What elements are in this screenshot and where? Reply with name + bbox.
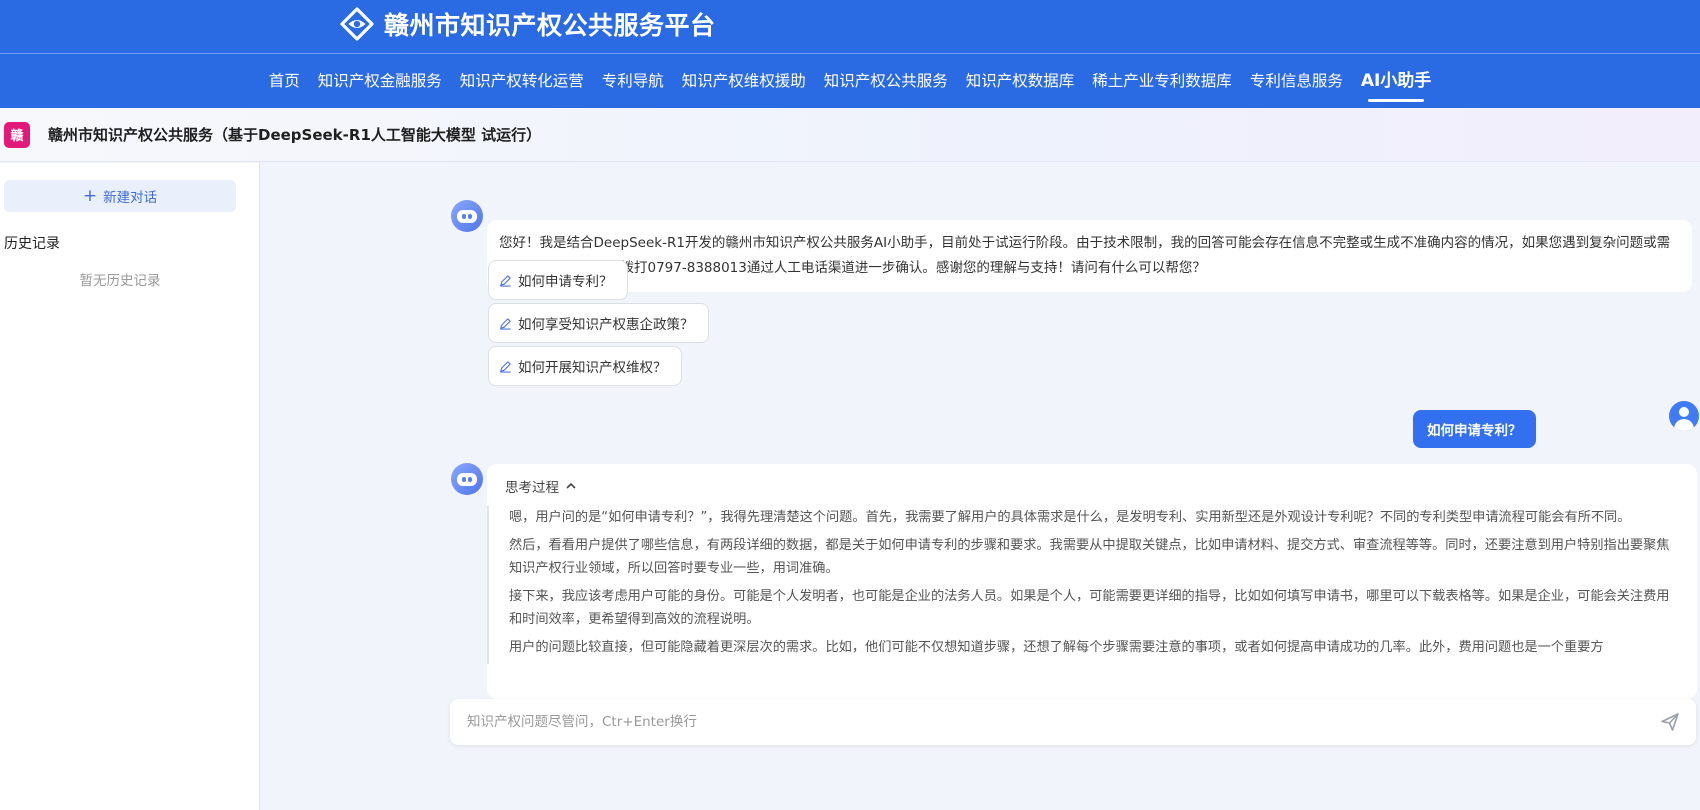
nav-item[interactable]: 首页 — [269, 54, 300, 108]
nav-item[interactable]: AI小助手 — [1361, 54, 1431, 108]
send-icon — [1661, 713, 1679, 731]
thinking-paragraph: 然后，看看用户提供了哪些信息，有两段详细的数据，都是关于如何申请专利的步骤和要求… — [509, 538, 1670, 576]
welcome-message: 您好！我是结合DeepSeek-R1开发的赣州市知识产权公共服务AI小助手，目前… — [487, 220, 1692, 292]
suggestion-button[interactable]: 如何开展知识产权维权？ — [488, 346, 682, 386]
send-button[interactable] — [1650, 702, 1690, 742]
thinking-content: 嗯，用户问的是“如何申请专利？”，我得先理清楚这个问题。首先，我需要了解用户的具… — [487, 506, 1681, 664]
brand[interactable]: 赣州市知识产权公共服务平台 — [340, 6, 716, 42]
main-nav: 首页 知识产权金融服务 知识产权转化运营 专利导航 知识产权维权援助 知识产权公共服务 知识… — [0, 54, 1700, 108]
service-badge: 赣 — [4, 121, 30, 148]
site-title: 赣州市知识产权公共服务平台 — [384, 11, 716, 40]
suggestion-label: 如何申请专利？ — [518, 274, 613, 290]
diamond-eye-logo-icon — [340, 7, 374, 41]
pen-icon — [500, 360, 511, 373]
nav-item[interactable]: 专利信息服务 — [1250, 54, 1343, 108]
user-message: 如何申请专利？ — [1413, 410, 1536, 448]
chevron-up-icon — [566, 482, 576, 489]
suggestion-button[interactable]: 如何享受知识产权惠企政策？ — [488, 303, 709, 343]
thinking-paragraph: 用户的问题比较直接，但可能隐藏着更深层次的需求。比如，他们可能不仅想知道步骤，还… — [509, 640, 1604, 655]
suggestion-label: 如何享受知识产权惠企政策？ — [518, 317, 694, 333]
nav-item[interactable]: 稀土产业专利数据库 — [1092, 54, 1232, 108]
thinking-paragraph: 嗯，用户问的是“如何申请专利？”，我得先理清楚这个问题。首先，我需要了解用户的具… — [509, 510, 1631, 525]
suggestion-label: 如何开展知识产权维权？ — [518, 360, 667, 376]
chat-input[interactable] — [450, 699, 1650, 745]
new-chat-label: 新建对话 — [103, 190, 158, 206]
thinking-card: 思考过程 嗯，用户问的是“如何申请专利？”，我得先理清楚这个问题。首先，我需要了… — [487, 464, 1697, 699]
bot-avatar-icon — [451, 200, 483, 232]
history-title: 历史记录 — [4, 236, 60, 252]
user-avatar-icon — [1669, 401, 1699, 431]
history-empty-text: 暂无历史记录 — [79, 273, 161, 289]
pen-icon — [500, 274, 511, 287]
new-chat-button[interactable]: + 新建对话 — [4, 180, 236, 212]
nav-item[interactable]: 知识产权数据库 — [966, 54, 1075, 108]
nav-item[interactable]: 知识产权转化运营 — [460, 54, 584, 108]
plus-icon: + — [82, 185, 98, 206]
thinking-toggle[interactable]: 思考过程 — [505, 476, 577, 496]
chat-area: 您好！我是结合DeepSeek-R1开发的赣州市知识产权公共服务AI小助手，目前… — [261, 163, 1700, 810]
nav-item[interactable]: 知识产权维权援助 — [682, 54, 806, 108]
suggestion-button[interactable]: 如何申请专利？ — [488, 260, 628, 300]
service-bar: 赣 赣州市知识产权公共服务（基于DeepSeek-R1人工智能大模型 试运行） — [0, 108, 1700, 162]
nav-item[interactable]: 专利导航 — [602, 54, 664, 108]
chat-input-box — [450, 699, 1696, 745]
thinking-header: 思考过程 — [505, 480, 559, 496]
nav-item[interactable]: 知识产权金融服务 — [318, 54, 442, 108]
top-header: 赣州市知识产权公共服务平台 首页 知识产权金融服务 知识产权转化运营 专利导航 知识产权… — [0, 0, 1700, 108]
thinking-paragraph: 接下来，我应该考虑用户可能的身份。可能是个人发明者，也可能是企业的法务人员。如果… — [509, 589, 1670, 627]
service-title: 赣州市知识产权公共服务（基于DeepSeek-R1人工智能大模型 试运行） — [48, 126, 542, 144]
pen-icon — [500, 317, 511, 330]
sidebar: + 新建对话 历史记录 暂无历史记录 — [0, 163, 260, 810]
nav-item[interactable]: 知识产权公共服务 — [824, 54, 948, 108]
bot-avatar-icon — [451, 463, 483, 495]
